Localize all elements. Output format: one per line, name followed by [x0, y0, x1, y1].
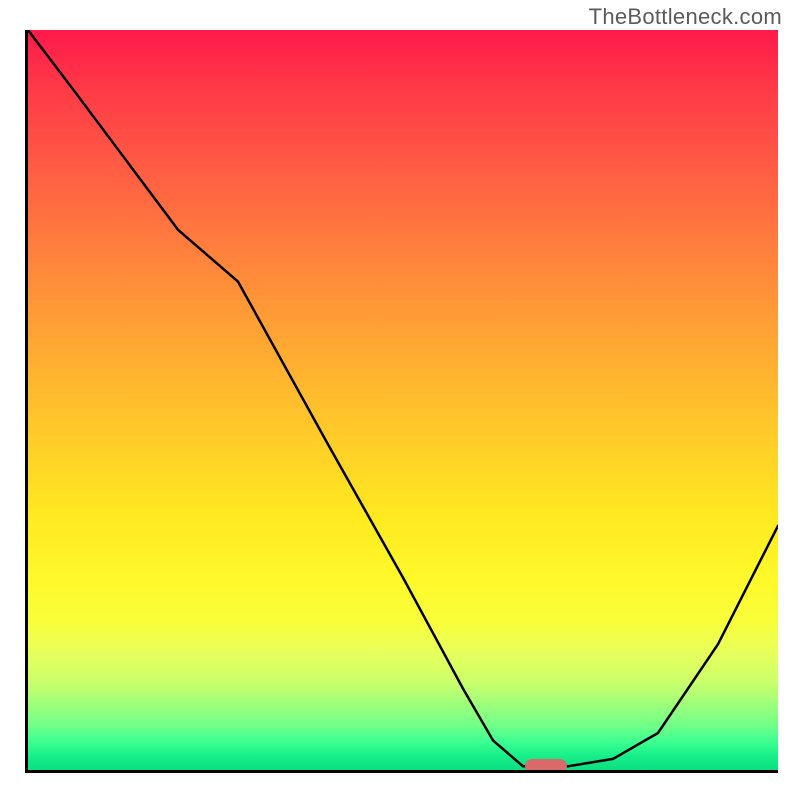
plot-area — [25, 30, 778, 773]
watermark-text: TheBottleneck.com — [589, 4, 782, 30]
bottleneck-curve — [28, 30, 778, 770]
optimal-point-marker — [525, 759, 567, 773]
